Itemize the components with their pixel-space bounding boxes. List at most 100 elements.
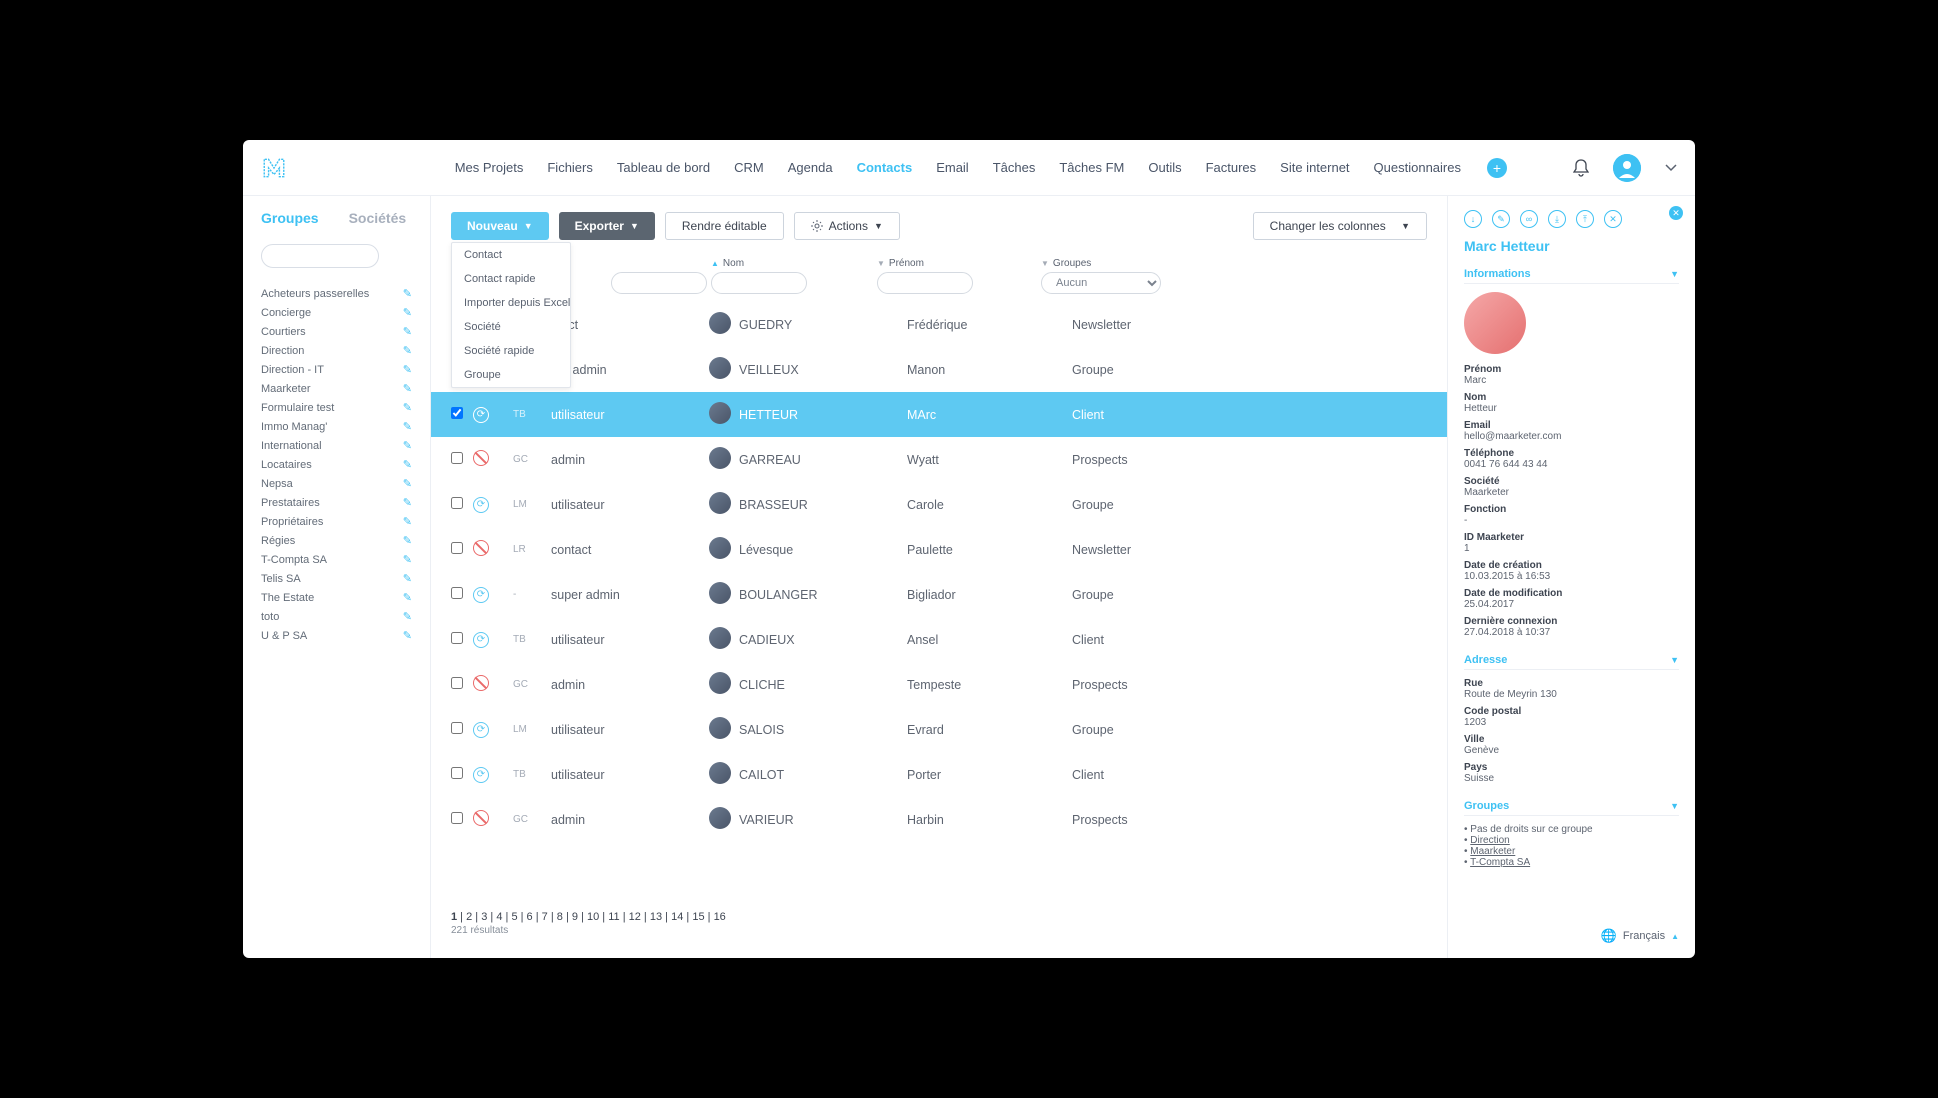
edit-group-icon[interactable]: ✎ xyxy=(403,496,412,509)
edit-group-icon[interactable]: ✎ xyxy=(403,287,412,300)
row-checkbox[interactable] xyxy=(451,497,463,509)
page-number[interactable]: 5 xyxy=(511,911,517,923)
table-row[interactable]: ⟳TButilisateurCAILOTPorterClient xyxy=(431,752,1447,797)
sidebar-tab-groupes[interactable]: Groupes xyxy=(261,210,319,226)
group-item[interactable]: Direction✎ xyxy=(261,341,412,360)
col-header-groupes[interactable]: ▼Groupes xyxy=(1041,258,1181,269)
groupes-filter-select[interactable]: Aucun xyxy=(1041,272,1161,294)
page-number[interactable]: 12 xyxy=(629,911,641,923)
row-checkbox[interactable] xyxy=(451,632,463,644)
table-row[interactable]: ⟳ntactGUEDRYFrédériqueNewsletter xyxy=(431,302,1447,347)
group-item[interactable]: U & P SA✎ xyxy=(261,626,412,645)
nouveau-button[interactable]: Nouveau ▼ xyxy=(451,212,549,240)
edit-group-icon[interactable]: ✎ xyxy=(403,325,412,338)
import-icon[interactable]: ⤓ xyxy=(1548,210,1566,228)
close-detail-button[interactable]: ✕ xyxy=(1669,206,1683,220)
rendre-editable-button[interactable]: Rendre éditable xyxy=(665,212,784,240)
delete-icon[interactable]: ✕ xyxy=(1604,210,1622,228)
changer-colonnes-button[interactable]: Changer les colonnes ▼ xyxy=(1253,212,1427,240)
nav-item-mes-projets[interactable]: Mes Projets xyxy=(455,160,524,175)
table-row[interactable]: GCadminCLICHETempesteProspects xyxy=(431,662,1447,707)
nav-item-questionnaires[interactable]: Questionnaires xyxy=(1374,160,1461,175)
page-number[interactable]: 6 xyxy=(527,911,533,923)
table-row[interactable]: ⟳TButilisateurHETTEURMArcClient xyxy=(431,392,1447,437)
nav-item-site-internet[interactable]: Site internet xyxy=(1280,160,1349,175)
page-number[interactable]: 7 xyxy=(542,911,548,923)
page-number[interactable]: 16 xyxy=(714,911,726,923)
row-checkbox[interactable] xyxy=(451,767,463,779)
edit-group-icon[interactable]: ✎ xyxy=(403,363,412,376)
nav-item-agenda[interactable]: Agenda xyxy=(788,160,833,175)
edit-group-icon[interactable]: ✎ xyxy=(403,515,412,528)
dropdown-item[interactable]: Contact xyxy=(452,243,570,267)
section-adresse[interactable]: Adresse▼ xyxy=(1464,654,1679,670)
actions-button[interactable]: Actions ▼ xyxy=(794,212,900,240)
group-item[interactable]: Locataires✎ xyxy=(261,455,412,474)
group-item[interactable]: Maarketer✎ xyxy=(261,379,412,398)
section-informations[interactable]: Informations▼ xyxy=(1464,268,1679,284)
group-item[interactable]: Propriétaires✎ xyxy=(261,512,412,531)
page-number[interactable]: 2 xyxy=(466,911,472,923)
group-item[interactable]: Prestataires✎ xyxy=(261,493,412,512)
download-icon[interactable]: ↓ xyxy=(1464,210,1482,228)
group-item[interactable]: Courtiers✎ xyxy=(261,322,412,341)
page-number[interactable]: 15 xyxy=(692,911,704,923)
nav-item-tableau-de-bord[interactable]: Tableau de bord xyxy=(617,160,710,175)
dropdown-item[interactable]: Société rapide xyxy=(452,339,570,363)
nav-item-factures[interactable]: Factures xyxy=(1206,160,1257,175)
row-checkbox[interactable] xyxy=(451,587,463,599)
row-checkbox[interactable] xyxy=(451,407,463,419)
edit-group-icon[interactable]: ✎ xyxy=(403,629,412,642)
table-row[interactable]: ⟳-super adminBOULANGERBigliadorGroupe xyxy=(431,572,1447,617)
group-item[interactable]: Telis SA✎ xyxy=(261,569,412,588)
edit-group-icon[interactable]: ✎ xyxy=(403,458,412,471)
edit-icon[interactable]: ✎ xyxy=(1492,210,1510,228)
edit-group-icon[interactable]: ✎ xyxy=(403,439,412,452)
user-menu-chevron-icon[interactable] xyxy=(1665,164,1677,172)
group-item[interactable]: Formulaire test✎ xyxy=(261,398,412,417)
group-item[interactable]: Immo Manag'✎ xyxy=(261,417,412,436)
page-number[interactable]: 10 xyxy=(587,911,599,923)
nav-item-outils[interactable]: Outils xyxy=(1148,160,1181,175)
group-item[interactable]: Acheteurs passerelles✎ xyxy=(261,284,412,303)
edit-group-icon[interactable]: ✎ xyxy=(403,610,412,623)
edit-group-icon[interactable]: ✎ xyxy=(403,477,412,490)
nav-item-fichiers[interactable]: Fichiers xyxy=(547,160,593,175)
prenom-filter-input[interactable] xyxy=(877,272,973,294)
page-number[interactable]: 11 xyxy=(608,911,619,923)
group-item[interactable]: Nepsa✎ xyxy=(261,474,412,493)
group-item[interactable]: International✎ xyxy=(261,436,412,455)
edit-group-icon[interactable]: ✎ xyxy=(403,591,412,604)
edit-group-icon[interactable]: ✎ xyxy=(403,382,412,395)
notifications-icon[interactable] xyxy=(1573,159,1589,177)
nom-filter-input[interactable] xyxy=(711,272,807,294)
groupes-link[interactable]: Direction xyxy=(1470,835,1509,846)
nav-item-crm[interactable]: CRM xyxy=(734,160,764,175)
row-checkbox[interactable] xyxy=(451,452,463,464)
user-avatar[interactable] xyxy=(1613,154,1641,182)
sidebar-tab-sociétés[interactable]: Sociétés xyxy=(349,210,407,226)
share-icon[interactable]: ∞ xyxy=(1520,210,1538,228)
row-checkbox[interactable] xyxy=(451,812,463,824)
table-row[interactable]: ⟳LMutilisateurBRASSEURCaroleGroupe xyxy=(431,482,1447,527)
table-row[interactable]: LRcontactLévesquePauletteNewsletter xyxy=(431,527,1447,572)
col-header-nom[interactable]: ▲Nom xyxy=(711,258,877,269)
group-item[interactable]: Direction - IT✎ xyxy=(261,360,412,379)
edit-group-icon[interactable]: ✎ xyxy=(403,420,412,433)
edit-group-icon[interactable]: ✎ xyxy=(403,306,412,319)
dropdown-item[interactable]: Société xyxy=(452,315,570,339)
page-number[interactable]: 13 xyxy=(650,911,662,923)
row-checkbox[interactable] xyxy=(451,677,463,689)
table-row[interactable]: ⟳LMutilisateurSALOISEvrardGroupe xyxy=(431,707,1447,752)
page-number[interactable]: 1 xyxy=(451,911,457,923)
page-number[interactable]: 8 xyxy=(557,911,563,923)
edit-group-icon[interactable]: ✎ xyxy=(403,553,412,566)
row-checkbox[interactable] xyxy=(451,722,463,734)
table-row[interactable]: GCadminVARIEURHarbinProspects xyxy=(431,797,1447,842)
table-row[interactable]: GCadminGARREAUWyattProspects xyxy=(431,437,1447,482)
exporter-button[interactable]: Exporter ▼ xyxy=(559,212,655,240)
nav-item-tâches-fm[interactable]: Tâches FM xyxy=(1059,160,1124,175)
table-row[interactable]: ⟳TButilisateurCADIEUXAnselClient xyxy=(431,617,1447,662)
page-number[interactable]: 3 xyxy=(481,911,487,923)
page-number[interactable]: 9 xyxy=(572,911,578,923)
